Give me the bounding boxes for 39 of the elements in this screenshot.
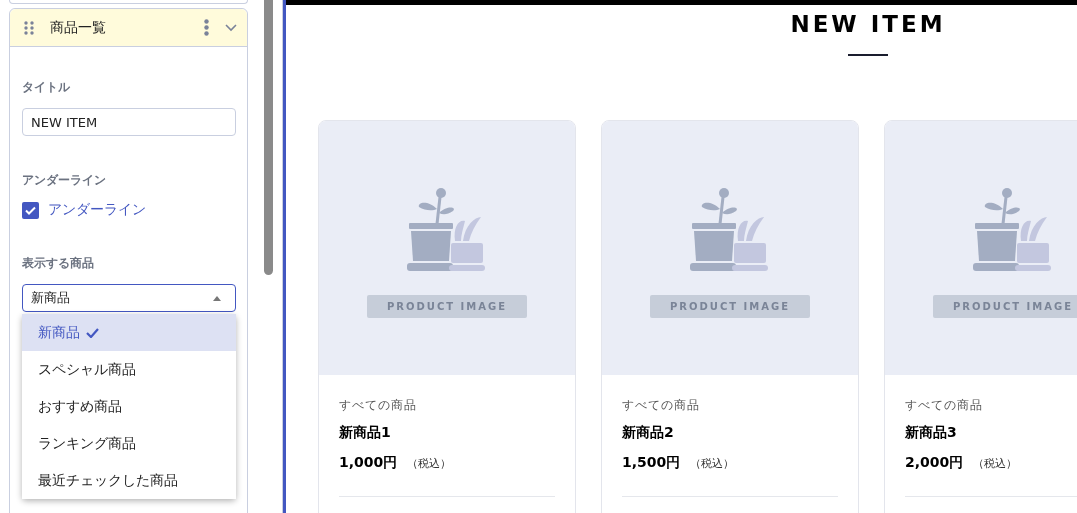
- product-card[interactable]: PRODUCT IMAGE すべての商品 新商品2 1,500円 （税込）: [601, 120, 859, 513]
- tax-note: （税込）: [407, 456, 452, 471]
- field-label: アンダーライン: [22, 172, 107, 189]
- product-price: 1,500円: [622, 454, 681, 472]
- section-heading: NEW ITEM: [790, 11, 946, 37]
- product-category: すべての商品: [905, 397, 984, 414]
- image-label: PRODUCT IMAGE: [649, 294, 810, 318]
- check-icon: [25, 205, 36, 215]
- title-input[interactable]: NEW ITEM: [22, 108, 236, 136]
- product-select[interactable]: 新商品: [22, 284, 236, 312]
- product-card[interactable]: PRODUCT IMAGE すべての商品 新商品3 2,000円 （税込）: [884, 120, 1077, 513]
- block-title: 商品一覧: [50, 18, 107, 37]
- dropdown-option[interactable]: 新商品: [22, 314, 236, 351]
- checkbox[interactable]: [22, 201, 39, 219]
- dropdown-option[interactable]: スペシャル商品: [22, 351, 236, 388]
- product-name: 新商品1: [339, 424, 392, 442]
- chevron-down-icon[interactable]: [225, 23, 237, 32]
- product-category: すべての商品: [622, 397, 701, 414]
- product-price: 1,000円: [339, 454, 398, 472]
- drag-handle-icon[interactable]: [24, 20, 34, 35]
- checkbox-label[interactable]: アンダーライン: [48, 201, 146, 219]
- dropdown-option[interactable]: おすすめ商品: [22, 388, 236, 425]
- product-card[interactable]: PRODUCT IMAGE すべての商品 新商品1 1,000円 （税込）: [318, 120, 576, 513]
- dropdown-option[interactable]: 最近チェックした商品: [22, 462, 236, 499]
- field-label: 表示する商品: [22, 255, 95, 272]
- more-options-icon[interactable]: [204, 19, 209, 36]
- product-category: すべての商品: [339, 397, 418, 414]
- product-name: 新商品3: [905, 424, 958, 442]
- tax-note: （税込）: [973, 456, 1018, 471]
- check-icon: [86, 327, 99, 338]
- product-price: 2,000円: [905, 454, 964, 472]
- caret-icon: [213, 295, 221, 301]
- dropdown-option[interactable]: ランキング商品: [22, 425, 236, 462]
- product-name: 新商品2: [622, 424, 675, 442]
- scrollbar-thumb[interactable]: [264, 0, 273, 275]
- tax-note: （税込）: [690, 456, 735, 471]
- image-label: PRODUCT IMAGE: [932, 294, 1077, 318]
- image-label: PRODUCT IMAGE: [366, 294, 527, 318]
- field-label: タイトル: [22, 79, 71, 96]
